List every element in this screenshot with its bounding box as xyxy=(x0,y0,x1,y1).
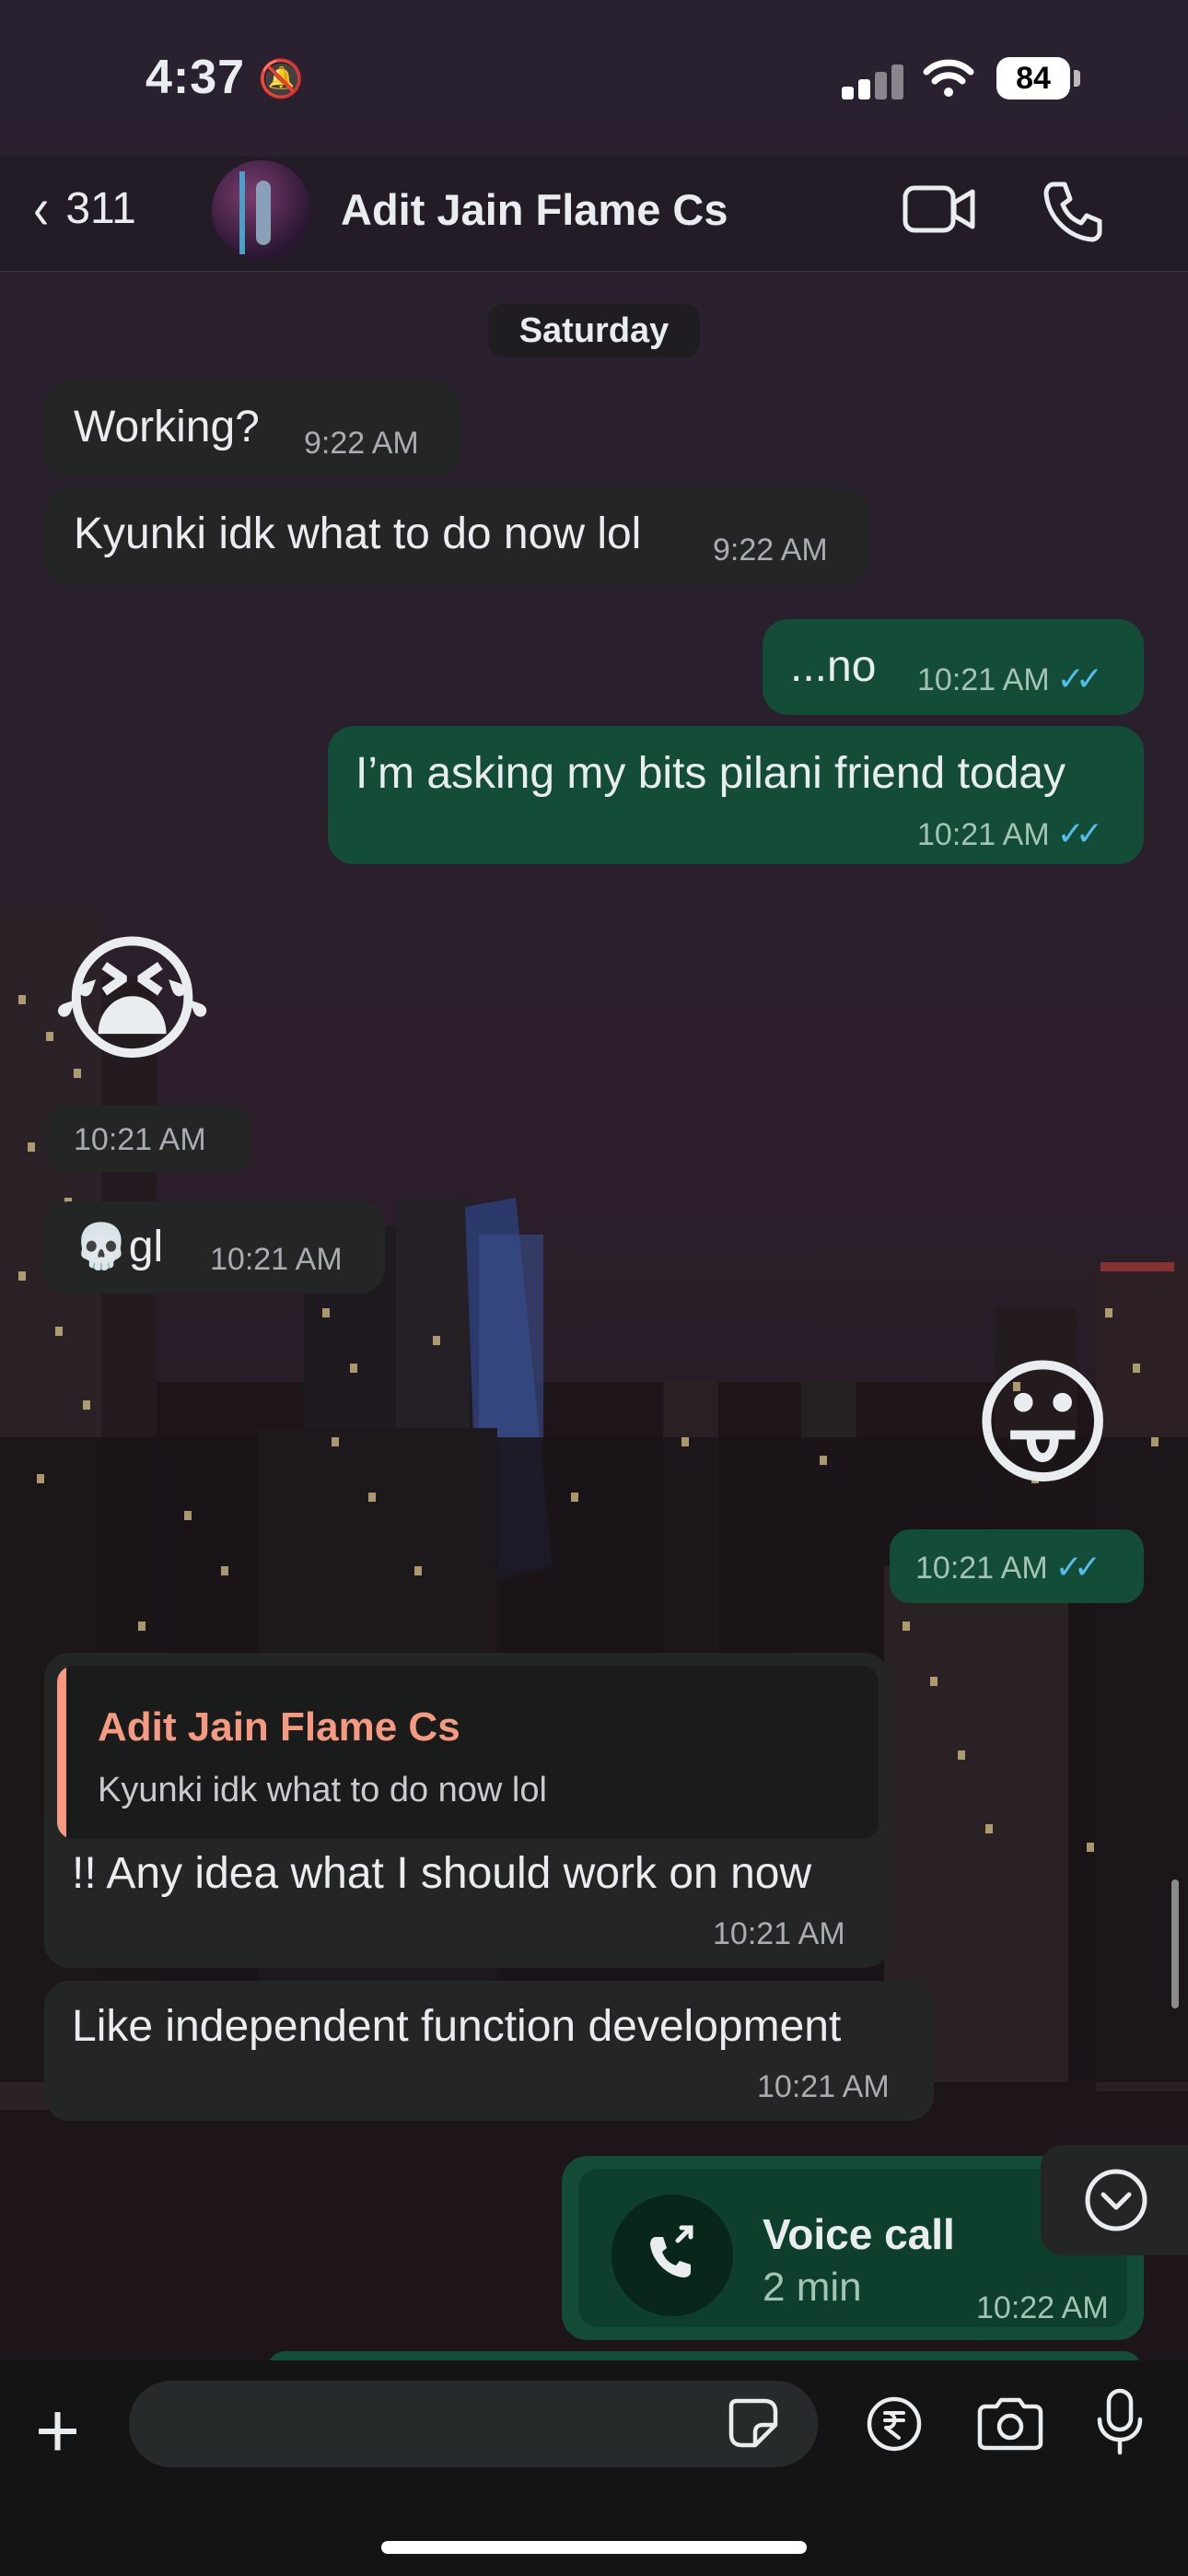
read-ticks-icon: ✓✓ xyxy=(1056,814,1103,852)
plus-icon[interactable]: + xyxy=(35,2392,80,2469)
quote-accent-bar xyxy=(57,1666,66,1839)
message-bubble-outgoing[interactable]: ...no 10:21 AM ✓✓ xyxy=(763,619,1144,715)
message-text: Like independent function development xyxy=(72,2002,842,2051)
read-ticks-icon: ✓✓ xyxy=(1054,1548,1101,1586)
home-indicator[interactable] xyxy=(381,2541,807,2554)
read-ticks-icon: ✓✓ xyxy=(1056,660,1103,697)
message-bubble-incoming[interactable]: Like independent function development 10… xyxy=(44,1981,934,2121)
message-text: 💀gl xyxy=(74,1223,164,1271)
scroll-to-bottom-button[interactable] xyxy=(1041,2145,1188,2255)
message-time: 10:21 AM xyxy=(74,1122,206,1157)
message-text: I’m asking my bits pilani friend today xyxy=(355,749,1066,798)
message-time: 9:22 AM xyxy=(713,533,828,568)
emoji-message[interactable]: 😭 xyxy=(52,931,213,1069)
battery-level: 84 xyxy=(996,57,1070,100)
message-text: Working? xyxy=(74,403,260,451)
emoji-time-chip: 10:21 AM ✓✓ xyxy=(890,1529,1144,1603)
message-text: !! Any idea what I should work on now xyxy=(72,1849,812,1898)
quoted-message[interactable]: Adit Jain Flame Cs Kyunki idk what to do… xyxy=(57,1666,879,1839)
message-text: ...no xyxy=(790,642,877,691)
message-time: 10:21 AM ✓✓ xyxy=(917,814,1103,852)
sticker-icon[interactable] xyxy=(728,2397,779,2449)
contact-name[interactable]: Adit Jain Flame Cs xyxy=(341,184,728,235)
camera-icon[interactable] xyxy=(976,2397,1044,2451)
phone-icon[interactable] xyxy=(1041,179,1105,243)
message-time: 9:22 AM xyxy=(304,426,419,461)
chat-header: ‹ 311 Adit Jain Flame Cs xyxy=(0,157,1188,272)
message-bubble-incoming[interactable]: Kyunki idk what to do now lol 9:22 AM xyxy=(44,488,869,584)
message-bubble-incoming[interactable]: Working? 9:22 AM xyxy=(44,381,460,477)
wifi-icon xyxy=(923,57,974,108)
message-text: Kyunki idk what to do now lol xyxy=(74,509,642,558)
unread-count: 311 xyxy=(65,183,136,233)
status-time: 4:37 xyxy=(146,51,246,104)
emoji-message[interactable]: 😛 xyxy=(971,1354,1114,1493)
avatar[interactable] xyxy=(212,160,311,260)
message-time: 10:21 AM xyxy=(210,1242,343,1277)
call-duration: 2 min xyxy=(763,2265,862,2310)
message-time: 10:21 AM ✓✓ xyxy=(915,1548,1101,1586)
message-time: 10:22 AM xyxy=(976,2290,1109,2325)
emoji-time-chip: 10:21 AM xyxy=(48,1106,250,1172)
outgoing-call-icon xyxy=(611,2195,733,2316)
chevron-left-icon: ‹ xyxy=(33,175,50,241)
quoted-sender: Adit Jain Flame Cs xyxy=(98,1704,460,1750)
cellular-signal-icon xyxy=(842,63,906,100)
message-bubble-outgoing[interactable]: I’m asking my bits pilani friend today 1… xyxy=(328,726,1144,864)
video-camera-icon[interactable] xyxy=(903,182,976,238)
status-bar: 4:37 🔕 84 xyxy=(0,0,1188,157)
call-title: Voice call xyxy=(763,2210,955,2258)
battery-icon xyxy=(1074,70,1080,87)
microphone-icon[interactable] xyxy=(1094,2388,1146,2456)
message-time: 10:21 AM ✓✓ xyxy=(917,660,1103,697)
bell-slash-icon: 🔕 xyxy=(258,59,304,100)
message-time: 10:21 AM xyxy=(713,1916,845,1951)
message-time: 10:21 AM xyxy=(757,2069,890,2104)
message-input[interactable] xyxy=(129,2381,818,2467)
date-chip: Saturday xyxy=(488,304,700,357)
chevron-down-circle-icon xyxy=(1085,2169,1147,2231)
rupee-icon[interactable] xyxy=(866,2395,923,2453)
back-button[interactable]: ‹ 311 xyxy=(31,179,136,238)
message-bubble-reply[interactable]: Adit Jain Flame Cs Kyunki idk what to do… xyxy=(44,1653,890,1968)
quoted-text: Kyunki idk what to do now lol xyxy=(98,1771,547,1809)
scrollbar[interactable] xyxy=(1171,1879,1179,2008)
message-bubble-incoming[interactable]: 💀gl 10:21 AM xyxy=(44,1201,385,1294)
